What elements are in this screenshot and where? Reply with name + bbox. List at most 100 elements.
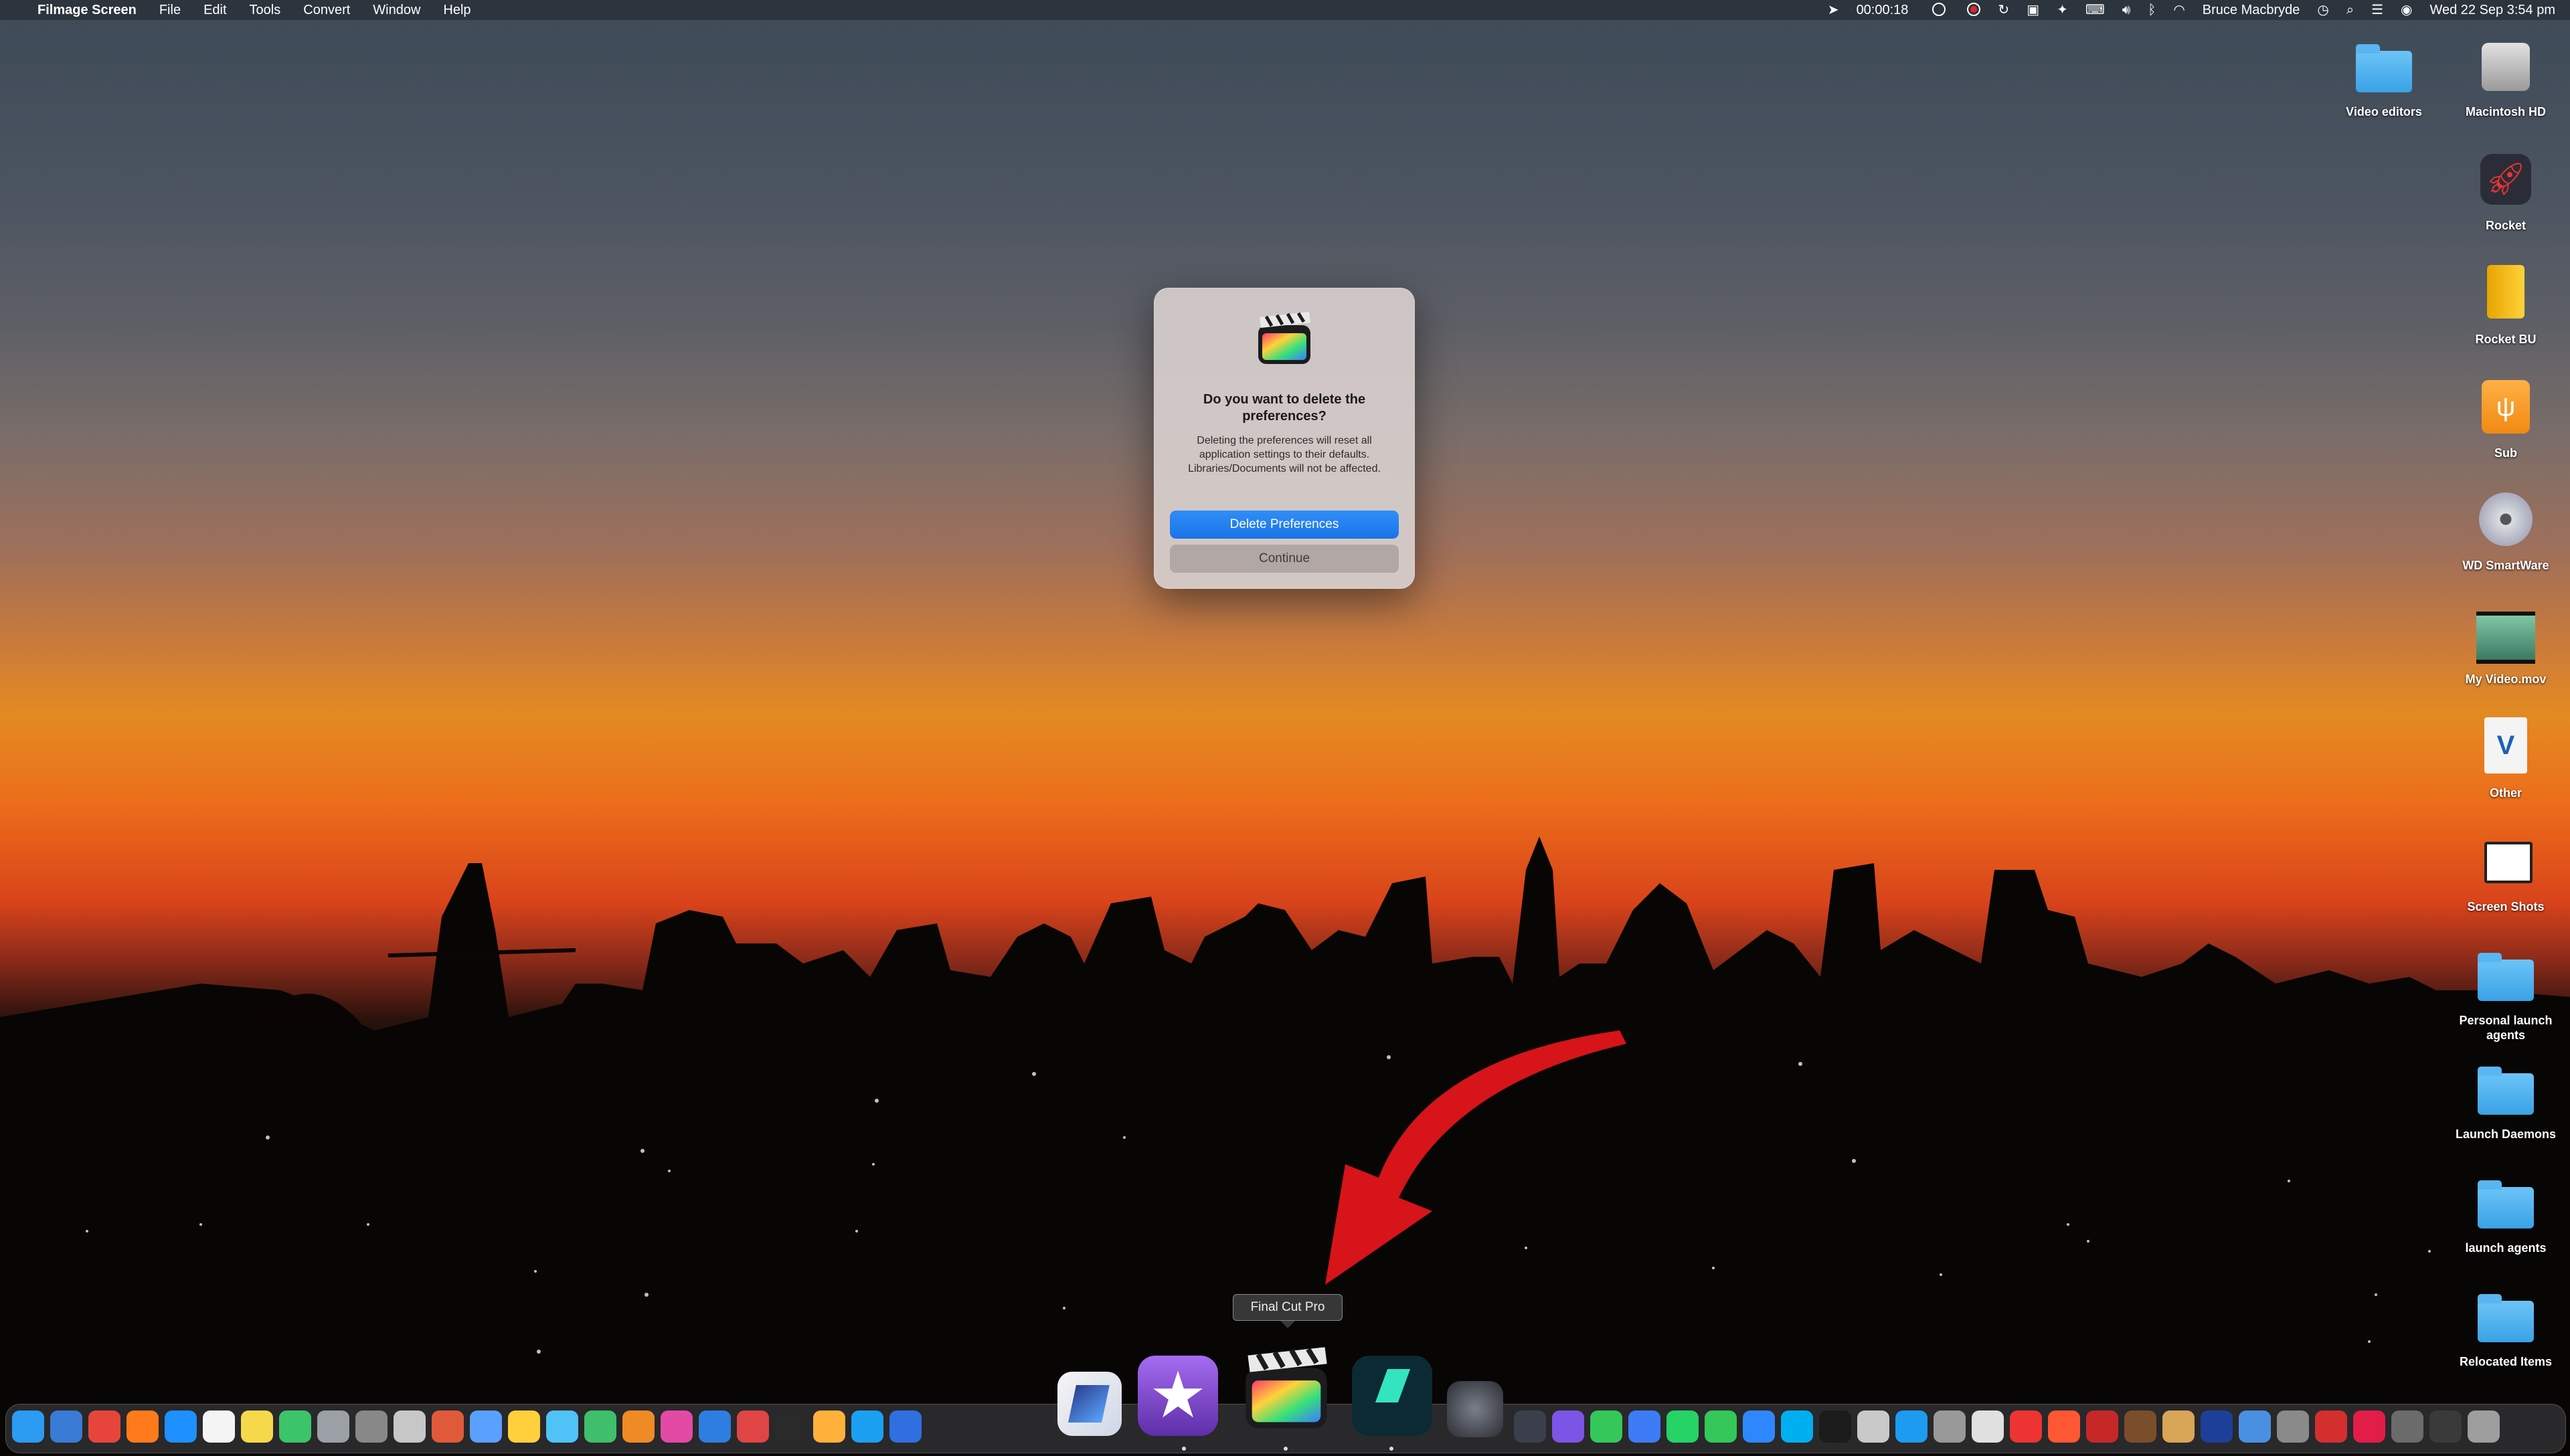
dock-app-icon[interactable] <box>2429 1410 2462 1443</box>
desktop-wallpaper <box>0 836 2570 1456</box>
desktop-item-sub[interactable]: ψ Sub <box>2446 375 2566 460</box>
clock[interactable]: Wed 22 Sep 3:54 pm <box>2429 0 2555 20</box>
dock-app-icon[interactable] <box>584 1410 616 1443</box>
dock-app-icon[interactable] <box>2124 1410 2156 1443</box>
dock-app-icon[interactable] <box>1857 1410 1889 1443</box>
wifi-icon[interactable]: ◠ <box>2173 0 2184 20</box>
dock-app-icon[interactable] <box>470 1410 502 1443</box>
dock-app-icon[interactable] <box>1972 1410 2004 1443</box>
dock-app-icon[interactable] <box>2010 1410 2042 1443</box>
dock-app-icon[interactable] <box>775 1410 807 1443</box>
dock-app-icon[interactable] <box>889 1410 922 1443</box>
dock-app-icon[interactable] <box>508 1410 540 1443</box>
trash-icon[interactable] <box>2468 1410 2500 1443</box>
dock-app-icon[interactable] <box>355 1410 388 1443</box>
menu-edit[interactable]: Edit <box>203 0 226 20</box>
menu-file[interactable]: File <box>159 0 181 20</box>
dock-filmage-icon[interactable] <box>1057 1372 1122 1436</box>
dock-app-icon[interactable] <box>851 1410 883 1443</box>
dock-app-icon[interactable] <box>50 1410 82 1443</box>
dock-app-icon[interactable] <box>1705 1410 1737 1443</box>
control-center-icon[interactable]: ☰ <box>2371 0 2383 20</box>
keyboard-icon[interactable]: ⌨ <box>2085 0 2105 20</box>
dock-app-icon[interactable] <box>203 1410 235 1443</box>
pause-recording-icon[interactable] <box>1915 0 1946 20</box>
dock-app-icon[interactable] <box>2391 1410 2423 1443</box>
running-indicator <box>1389 1447 1393 1451</box>
dock-app-icon[interactable] <box>317 1410 349 1443</box>
dock-tooltip: Final Cut Pro <box>1233 1294 1343 1328</box>
dialog-title: Do you want to delete the preferences? <box>1203 392 1366 424</box>
dock-app-icon[interactable] <box>1628 1410 1660 1443</box>
menu-convert[interactable]: Convert <box>303 0 350 20</box>
search-icon[interactable]: ⌕ <box>2346 0 2354 20</box>
dock-app-icon[interactable] <box>546 1410 578 1443</box>
continue-button[interactable]: Continue <box>1170 545 1399 573</box>
desktop-item-screen-shots[interactable]: Screen Shots <box>2446 828 2566 914</box>
dock-app-icon[interactable] <box>2239 1410 2271 1443</box>
dock-app-icon[interactable] <box>2315 1410 2347 1443</box>
dock-app-icon[interactable] <box>88 1410 120 1443</box>
dock-app-icon[interactable] <box>1552 1410 1584 1443</box>
dock-app-icon[interactable] <box>699 1410 731 1443</box>
dock-app-icon[interactable] <box>12 1410 44 1443</box>
dock-app-icon[interactable] <box>241 1410 273 1443</box>
dock-app-icon[interactable] <box>1934 1410 1966 1443</box>
dock-app-icon[interactable] <box>2086 1410 2118 1443</box>
siri-icon[interactable]: ◉ <box>2401 0 2412 20</box>
dock-imovie-icon[interactable]: ★ <box>1138 1356 1218 1436</box>
dock-app-icon[interactable] <box>1590 1410 1622 1443</box>
dock-app-icon[interactable] <box>2201 1410 2233 1443</box>
desktop-item-launch-daemons[interactable]: Launch Daemons <box>2446 1056 2566 1142</box>
dock-app-icon[interactable] <box>1743 1410 1775 1443</box>
dock-app-icon[interactable] <box>1666 1410 1699 1443</box>
dialog-message: Deleting the preferences will reset all … <box>1188 435 1381 474</box>
dock-app-icon[interactable] <box>661 1410 693 1443</box>
desktop-item-my-video[interactable]: My Video.mov <box>2446 601 2566 687</box>
desktop-item-personal-launch-agents[interactable]: Personal launch agents <box>2446 942 2566 1042</box>
dock-app-icon[interactable] <box>2048 1410 2080 1443</box>
desktop-item-wd-smartware[interactable]: WD SmartWare <box>2446 487 2566 573</box>
dock-app-icon[interactable] <box>1895 1410 1928 1443</box>
menu-help[interactable]: Help <box>443 0 470 20</box>
dock-app-icon[interactable] <box>1781 1410 1813 1443</box>
dock-app-icon[interactable] <box>2277 1410 2309 1443</box>
dock-app-icon[interactable] <box>813 1410 845 1443</box>
dock-app-icon[interactable] <box>1514 1410 1546 1443</box>
user-name[interactable]: Bruce Macbryde <box>2203 0 2300 20</box>
dock-app-icon[interactable] <box>737 1410 769 1443</box>
menu-window[interactable]: Window <box>373 0 420 20</box>
location-icon[interactable]: ➤ <box>1828 0 1839 20</box>
dock-motion-icon[interactable] <box>1447 1381 1503 1437</box>
desktop-item-launch-agents[interactable]: launch agents <box>2446 1170 2566 1255</box>
delete-preferences-button[interactable]: Delete Preferences <box>1170 511 1399 539</box>
desktop-item-macintosh-hd[interactable]: Macintosh HD <box>2446 33 2566 119</box>
stop-recording-icon[interactable] <box>1950 0 1981 20</box>
dock-app-icon[interactable] <box>622 1410 655 1443</box>
dock-app-icon[interactable] <box>2162 1410 2195 1443</box>
refresh-icon[interactable]: ↻ <box>1998 0 2009 20</box>
dock-app-icon[interactable] <box>165 1410 197 1443</box>
dock-app-icon[interactable] <box>2353 1410 2385 1443</box>
dropbox-icon[interactable]: ✦ <box>2057 0 2068 20</box>
desktop-item-other[interactable]: V Other <box>2446 715 2566 800</box>
bluetooth-icon[interactable]: ᛒ <box>2148 0 2156 20</box>
desktop-item-rocket-bu[interactable]: Rocket BU <box>2446 261 2566 347</box>
dock-app-icon[interactable] <box>279 1410 311 1443</box>
camera-icon[interactable]: ▣ <box>2027 0 2039 20</box>
running-indicator <box>1182 1447 1186 1451</box>
volume-icon[interactable]: 🔊︎ <box>2122 0 2131 20</box>
time-machine-icon[interactable]: ◷ <box>2317 0 2328 20</box>
dock-app-icon[interactable] <box>432 1410 464 1443</box>
desktop-item-video-editors[interactable]: Video editors <box>2324 33 2444 119</box>
menu-tools[interactable]: Tools <box>250 0 281 20</box>
desktop-item-relocated-items[interactable]: Relocated Items <box>2446 1283 2566 1369</box>
desktop-item-rocket[interactable]: 🚀︎ Rocket <box>2446 147 2566 233</box>
delete-preferences-dialog: Do you want to delete the preferences? D… <box>1154 288 1415 589</box>
dock-final-cut-pro-icon[interactable] <box>1239 1341 1333 1435</box>
dock-app-icon[interactable] <box>1819 1410 1851 1443</box>
dock-app-icon[interactable] <box>126 1410 159 1443</box>
dock-app-icon[interactable] <box>394 1410 426 1443</box>
app-menu[interactable]: Filmage Screen <box>37 0 137 20</box>
dock-filmora-icon[interactable] <box>1352 1356 1432 1436</box>
